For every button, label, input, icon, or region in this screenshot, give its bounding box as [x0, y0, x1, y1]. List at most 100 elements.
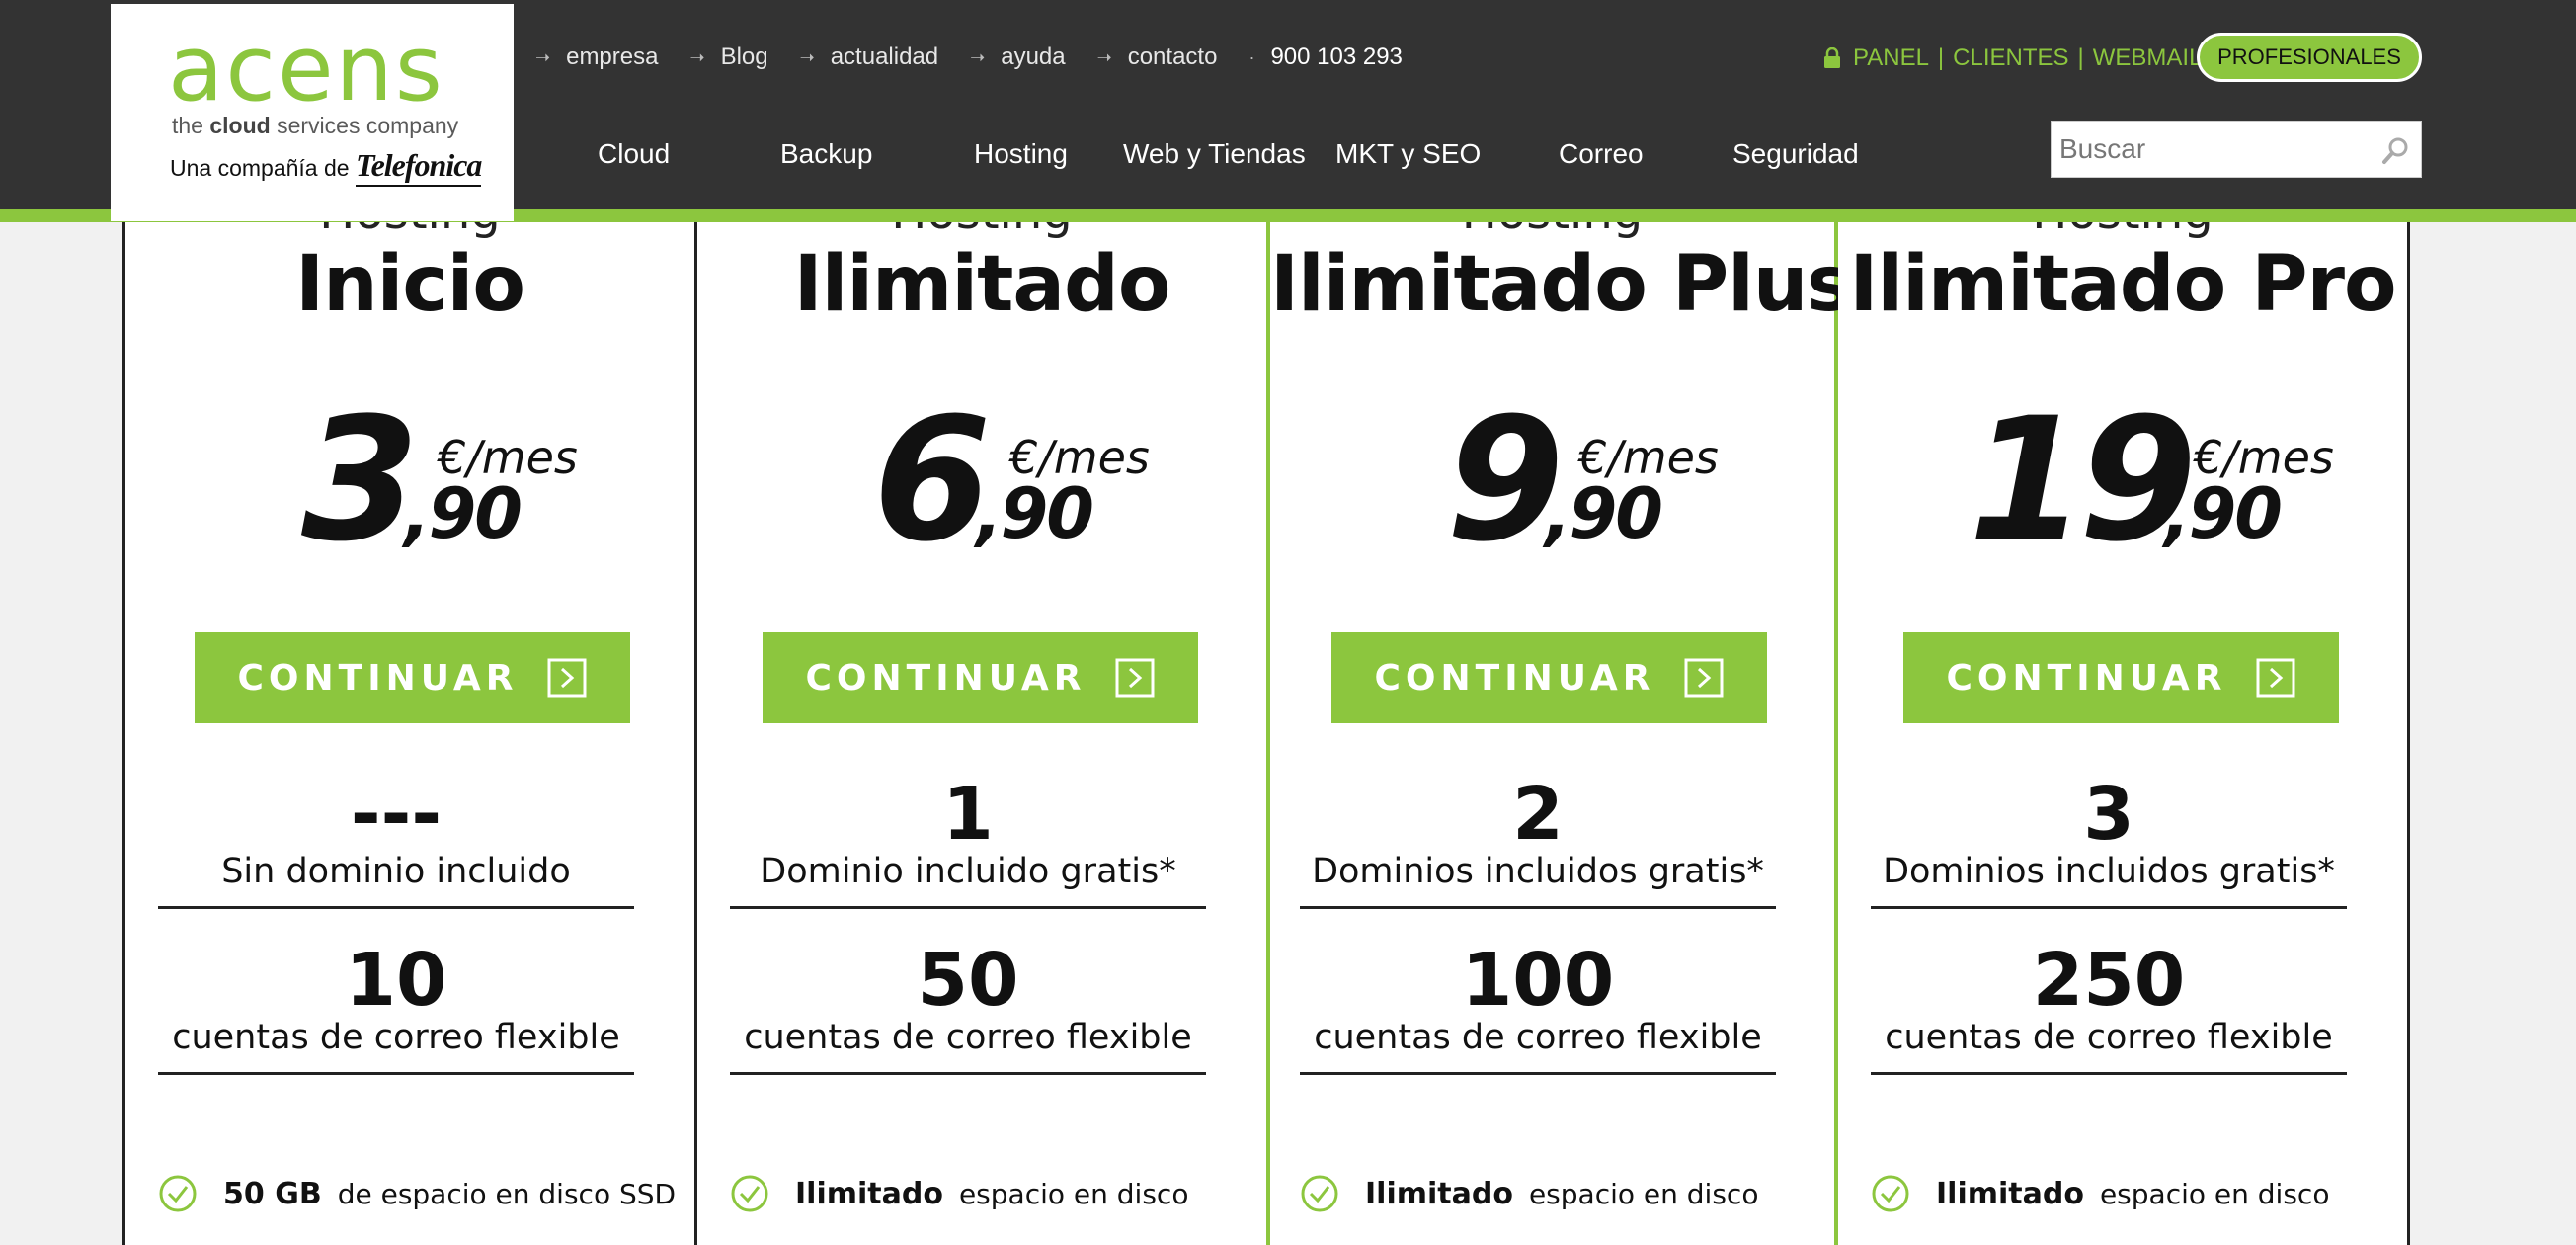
mail-label: cuentas de correo flexible: [1314, 1018, 1762, 1057]
nav-item-correo[interactable]: Correo: [1559, 138, 1644, 170]
check-circle-icon: [1301, 1175, 1338, 1212]
clientes-link[interactable]: CLIENTES: [1953, 44, 2068, 72]
mail-stat: 50 cuentas de correo flexible: [730, 944, 1206, 1075]
plan-price: 9 ,90 €/mes: [1270, 395, 1834, 583]
domains-value: ---: [350, 772, 443, 857]
nav-item-mkt-seo[interactable]: MKT y SEO: [1335, 138, 1481, 170]
chevron-right-box-icon: [2256, 658, 2295, 698]
domains-stat: --- Sin dominio incluido: [158, 778, 634, 909]
domains-label: Sin dominio incluido: [221, 852, 571, 891]
continuar-button[interactable]: CONTINUAR: [195, 632, 630, 723]
domains-value: 3: [2083, 772, 2134, 857]
price-decimal: ,90: [404, 473, 523, 554]
disk-description: espacio en disco: [958, 1177, 1189, 1210]
arrow-right-icon: ➝: [970, 46, 986, 67]
search-icon[interactable]: [2381, 135, 2411, 165]
search-box: [2051, 121, 2422, 178]
top-link-label: ayuda: [1001, 43, 1066, 70]
disk-description: espacio en disco: [2099, 1177, 2330, 1210]
disk-feature: Ilimitado espacio en disco: [730, 1171, 1188, 1216]
mail-stat: 250 cuentas de correo flexible: [1871, 944, 2347, 1075]
top-link-label: contacto: [1127, 43, 1218, 70]
price-integer: 9: [1446, 380, 1565, 579]
search-input[interactable]: [2052, 122, 2368, 177]
disk-description: de espacio en disco SSD: [337, 1177, 677, 1210]
user-links: PANEL | CLIENTES | WEBMAIL: [1823, 40, 2202, 77]
nav-item-hosting[interactable]: Hosting: [974, 138, 1068, 170]
disk-feature: 50 GB de espacio en disco SSD: [158, 1171, 676, 1216]
lock-icon: [1824, 47, 1840, 68]
logo-tagline: the cloud services company: [172, 113, 459, 138]
nav-item-cloud[interactable]: Cloud: [598, 138, 670, 170]
mail-stat: 100 cuentas de correo flexible: [1300, 944, 1776, 1075]
separator: |: [1937, 44, 1945, 71]
price-integer: 3: [301, 380, 420, 579]
webmail-link[interactable]: WEBMAIL: [2093, 44, 2203, 72]
plan-card-ilimitado: Hosting Ilimitado 6 ,90 €/mes CONTINUAR …: [694, 185, 1266, 1245]
price-decimal: ,90: [2164, 473, 2283, 554]
continuar-label: CONTINUAR: [1946, 657, 2227, 699]
arrow-right-icon: ➝: [535, 46, 551, 67]
continuar-label: CONTINUAR: [1374, 657, 1655, 699]
telefonica-logo: Telefonica: [355, 147, 482, 187]
continuar-label: CONTINUAR: [805, 657, 1087, 699]
price-unit: €/mes: [1009, 431, 1150, 484]
continuar-button[interactable]: CONTINUAR: [763, 632, 1198, 723]
top-link-actualidad[interactable]: ➝ actualidad: [800, 43, 939, 71]
top-link-label: empresa: [566, 43, 659, 70]
domains-stat: 1 Dominio incluido gratis*: [730, 778, 1206, 909]
continuar-label: CONTINUAR: [237, 657, 519, 699]
plan-card-ilimitado-plus: Hosting Ilimitado Plus 9 ,90 €/mes CONTI…: [1266, 185, 1853, 1245]
disk-feature: Ilimitado espacio en disco: [1300, 1171, 1758, 1216]
logo-wordmark: acens: [168, 16, 444, 122]
price-integer: 19: [1969, 380, 2197, 579]
domains-stat: 3 Dominios incluidos gratis*: [1871, 778, 2347, 909]
chevron-right-box-icon: [547, 658, 587, 698]
plan-card-inicio: Hosting Inicio 3 ,90 €/mes CONTINUAR ---…: [122, 185, 694, 1245]
pricing-plans: Hosting Inicio 3 ,90 €/mes CONTINUAR ---…: [122, 185, 2410, 1245]
mail-label: cuentas de correo flexible: [1885, 1018, 2333, 1057]
top-links: ➝ empresa ➝ Blog ➝ actualidad ➝ ayuda ➝ conta…: [535, 40, 1403, 75]
nav-item-web-tiendas[interactable]: Web y Tiendas: [1123, 138, 1306, 170]
plan-card-ilimitado-pro: Hosting Ilimitado Pro 19 ,90 €/mes CONTI…: [1838, 185, 2410, 1245]
check-circle-icon: [731, 1175, 768, 1212]
panel-link[interactable]: PANEL: [1853, 44, 1929, 72]
arrow-right-icon: ➝: [799, 46, 815, 67]
domains-label: Dominio incluido gratis*: [760, 852, 1176, 891]
phone-number[interactable]: · 900 103 293: [1248, 43, 1402, 71]
top-link-blog[interactable]: ➝ Blog: [689, 43, 767, 71]
mail-value: 10: [345, 938, 447, 1023]
disk-amount: Ilimitado: [1936, 1176, 2084, 1211]
top-link-empresa[interactable]: ➝ empresa: [535, 43, 658, 71]
top-link-ayuda[interactable]: ➝ ayuda: [970, 43, 1065, 71]
domains-value: 2: [1512, 772, 1564, 857]
price-decimal: ,90: [976, 473, 1094, 554]
arrow-right-icon: ➝: [1096, 46, 1112, 67]
plan-price: 19 ,90 €/mes: [1838, 395, 2407, 583]
domains-value: 1: [942, 772, 994, 857]
price-integer: 6: [873, 380, 992, 579]
disk-amount: Ilimitado: [795, 1176, 943, 1211]
disk-description: espacio en disco: [1528, 1177, 1759, 1210]
profesionales-button[interactable]: PROFESIONALES: [2197, 33, 2422, 82]
logo-company: Una compañía de Telefonica: [170, 147, 482, 187]
price-decimal: ,90: [1545, 473, 1663, 554]
continuar-button[interactable]: CONTINUAR: [1331, 632, 1767, 723]
mail-stat: 10 cuentas de correo flexible: [158, 944, 634, 1075]
continuar-button[interactable]: CONTINUAR: [1903, 632, 2339, 723]
top-link-contacto[interactable]: ➝ contacto: [1097, 43, 1218, 71]
mail-label: cuentas de correo flexible: [744, 1018, 1192, 1057]
plan-name: Inicio: [295, 240, 525, 329]
top-link-label: Blog: [720, 43, 768, 70]
mail-value: 100: [1461, 938, 1615, 1023]
mail-value: 250: [2032, 938, 2186, 1023]
chevron-right-box-icon: [1684, 658, 1724, 698]
chevron-right-box-icon: [1115, 658, 1155, 698]
nav-item-backup[interactable]: Backup: [780, 138, 872, 170]
phone-label: 900 103 293: [1270, 43, 1403, 70]
nav-item-seguridad[interactable]: Seguridad: [1732, 138, 1859, 170]
mail-label: cuentas de correo flexible: [172, 1018, 620, 1057]
logo[interactable]: acens the cloud services company Una com…: [111, 4, 514, 221]
top-link-label: actualidad: [830, 43, 939, 70]
bullet-icon: ·: [1248, 46, 1255, 67]
